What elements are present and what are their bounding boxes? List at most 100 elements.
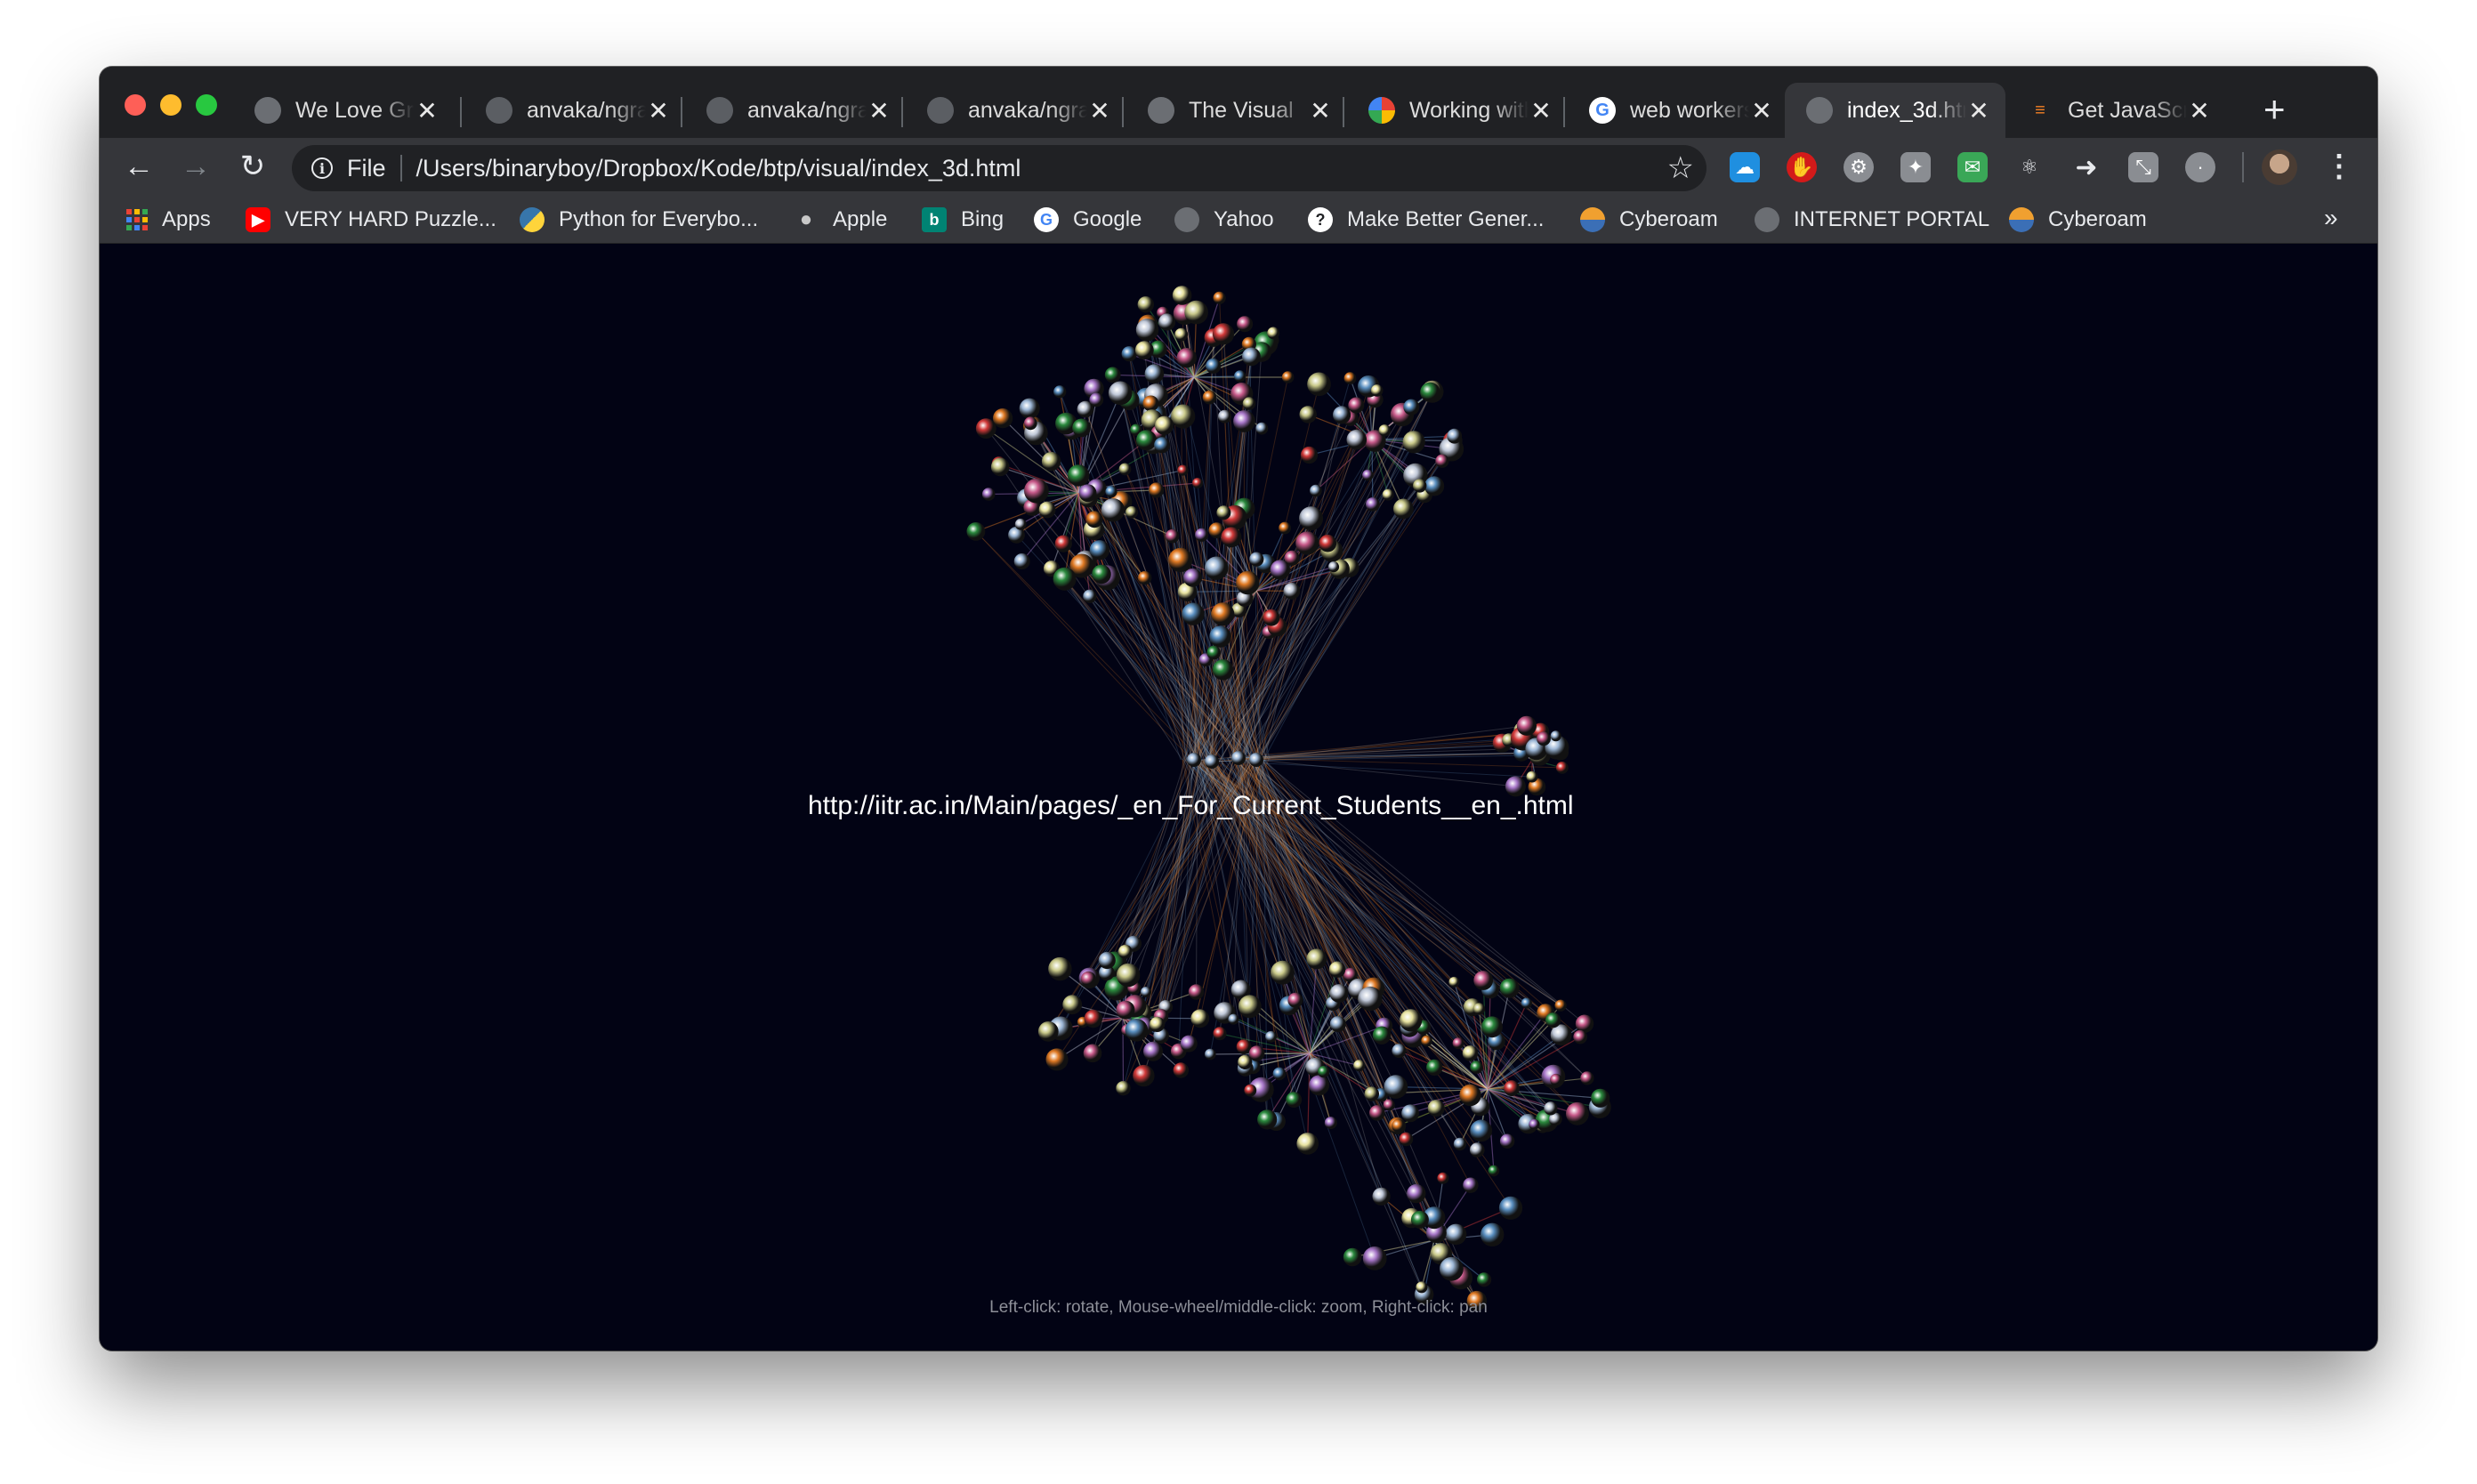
graph-node[interactable] — [1213, 291, 1226, 304]
cloud-extension-icon[interactable]: ☁ — [1730, 152, 1760, 182]
graph-node[interactable] — [1098, 951, 1116, 970]
graph-node[interactable] — [1470, 1142, 1485, 1157]
puzzle-extension-icon[interactable]: ✦ — [1900, 152, 1931, 182]
graph-node[interactable] — [1137, 296, 1155, 313]
graph-node[interactable] — [1462, 1045, 1479, 1061]
graph-node[interactable] — [1221, 527, 1242, 548]
bookmark-apps[interactable]: Apps — [126, 204, 211, 236]
graph-node[interactable] — [1333, 406, 1351, 424]
graph-node[interactable] — [1470, 1119, 1493, 1142]
graph-node[interactable] — [1370, 384, 1384, 397]
graph-node[interactable] — [1378, 424, 1392, 437]
graph-node[interactable] — [1481, 1016, 1503, 1038]
graph-node[interactable] — [1287, 992, 1303, 1008]
graph-node[interactable] — [1328, 961, 1346, 978]
graph-node[interactable] — [1116, 1081, 1131, 1096]
graph-node[interactable] — [1135, 319, 1159, 342]
tab-web-workers[interactable]: G web workers ✕ — [1568, 83, 1788, 138]
graph-node[interactable] — [1498, 1196, 1523, 1220]
graph-node[interactable] — [1283, 582, 1301, 600]
graph-node[interactable] — [1426, 1059, 1443, 1077]
graph-node[interactable] — [1299, 506, 1324, 531]
graph-node[interactable] — [1403, 399, 1420, 415]
graph-node[interactable] — [1174, 327, 1189, 342]
graph-node[interactable] — [1212, 659, 1234, 681]
graph-node[interactable] — [1319, 534, 1337, 552]
graph-node[interactable] — [1041, 451, 1061, 472]
graph-node[interactable] — [1453, 1137, 1467, 1151]
graph-node[interactable] — [1014, 518, 1027, 530]
graph-node[interactable] — [1116, 963, 1141, 988]
graph-node[interactable] — [1190, 1009, 1210, 1028]
bookmark-internet-portal[interactable]: INTERNET PORTAL — [1755, 204, 1989, 236]
graph-node[interactable] — [1165, 528, 1180, 544]
graph-node[interactable] — [981, 488, 996, 501]
minimize-window-button[interactable] — [160, 94, 182, 116]
graph-node[interactable] — [1048, 956, 1072, 981]
graph-node[interactable] — [1447, 428, 1463, 444]
close-icon[interactable]: ✕ — [1529, 96, 1553, 125]
graph-node[interactable] — [1329, 1016, 1346, 1033]
graph-node[interactable] — [1384, 1075, 1408, 1099]
graph-node[interactable] — [1053, 567, 1077, 591]
graph-node[interactable] — [1295, 531, 1319, 555]
graph-node[interactable] — [1413, 479, 1427, 493]
graph-node[interactable] — [1205, 1048, 1216, 1061]
graph-node[interactable] — [1184, 300, 1208, 325]
graph-node[interactable] — [1238, 1054, 1253, 1069]
graph-node[interactable] — [1126, 505, 1138, 519]
graph-node[interactable] — [1392, 1044, 1407, 1059]
graph-node[interactable] — [966, 522, 986, 541]
graph-node[interactable] — [1072, 418, 1091, 438]
graph-node[interactable] — [1202, 390, 1217, 405]
graph-node[interactable] — [1286, 1092, 1303, 1108]
graph-node[interactable] — [1118, 463, 1132, 476]
graph-node[interactable] — [1382, 488, 1394, 501]
graph-node[interactable] — [1272, 1067, 1287, 1081]
graph-node[interactable] — [1255, 422, 1269, 435]
graph-node[interactable] — [1401, 1104, 1419, 1123]
reload-button[interactable]: ↻ — [233, 147, 272, 186]
graph-node[interactable] — [1238, 995, 1262, 1019]
graph-node[interactable] — [1037, 1021, 1059, 1042]
graph-node[interactable] — [1445, 1223, 1467, 1246]
info-icon[interactable]: i — [311, 157, 333, 179]
adblock-extension-icon[interactable]: ✋ — [1787, 152, 1817, 182]
close-icon[interactable]: ✕ — [1966, 96, 1991, 125]
graph-node[interactable] — [1083, 1044, 1102, 1063]
graph-node[interactable] — [1085, 511, 1103, 528]
graph-node[interactable] — [1263, 609, 1280, 626]
bookmark-yahoo[interactable]: Yahoo — [1174, 204, 1274, 236]
graph-node[interactable] — [1310, 484, 1322, 497]
bookmark-cyberoam-1[interactable]: Cyberoam — [1580, 204, 1718, 236]
tab-we-love-graphs[interactable]: We Love Graphs ✕ — [233, 83, 454, 138]
bookmark-cyberoam-2[interactable]: Cyberoam — [2009, 204, 2147, 236]
graph-node[interactable] — [1105, 486, 1117, 498]
graph-node[interactable] — [1435, 454, 1449, 468]
graph-node[interactable] — [1176, 348, 1198, 368]
graph-node[interactable] — [1410, 1210, 1429, 1229]
graph-node[interactable] — [1573, 1029, 1587, 1044]
close-icon[interactable]: ✕ — [646, 96, 671, 125]
graph-node[interactable] — [1416, 1281, 1428, 1294]
graph-node[interactable] — [1499, 1133, 1515, 1149]
graph-node[interactable] — [1134, 341, 1154, 359]
graph-node[interactable] — [1195, 528, 1209, 542]
graph-node[interactable] — [1440, 1256, 1464, 1281]
tab-the-visual[interactable]: The Visual ✕ — [1126, 83, 1347, 138]
graph-node[interactable] — [1421, 1035, 1432, 1047]
graph-node[interactable] — [1142, 395, 1159, 412]
graph-node[interactable] — [1205, 754, 1219, 769]
graph-node[interactable] — [1550, 1073, 1562, 1086]
graph-node[interactable] — [1237, 316, 1254, 333]
graph-node[interactable] — [1143, 1041, 1163, 1061]
graph-node[interactable] — [1053, 385, 1067, 399]
graph-node[interactable] — [1173, 1062, 1190, 1078]
graph-node[interactable] — [1270, 560, 1291, 580]
graph-node[interactable] — [1168, 547, 1193, 572]
graph-node[interactable] — [1327, 561, 1340, 573]
graph-node[interactable] — [1366, 497, 1380, 512]
graph-node[interactable] — [1019, 398, 1040, 419]
graph-node[interactable] — [993, 408, 1013, 429]
profile-avatar[interactable] — [2262, 149, 2297, 185]
